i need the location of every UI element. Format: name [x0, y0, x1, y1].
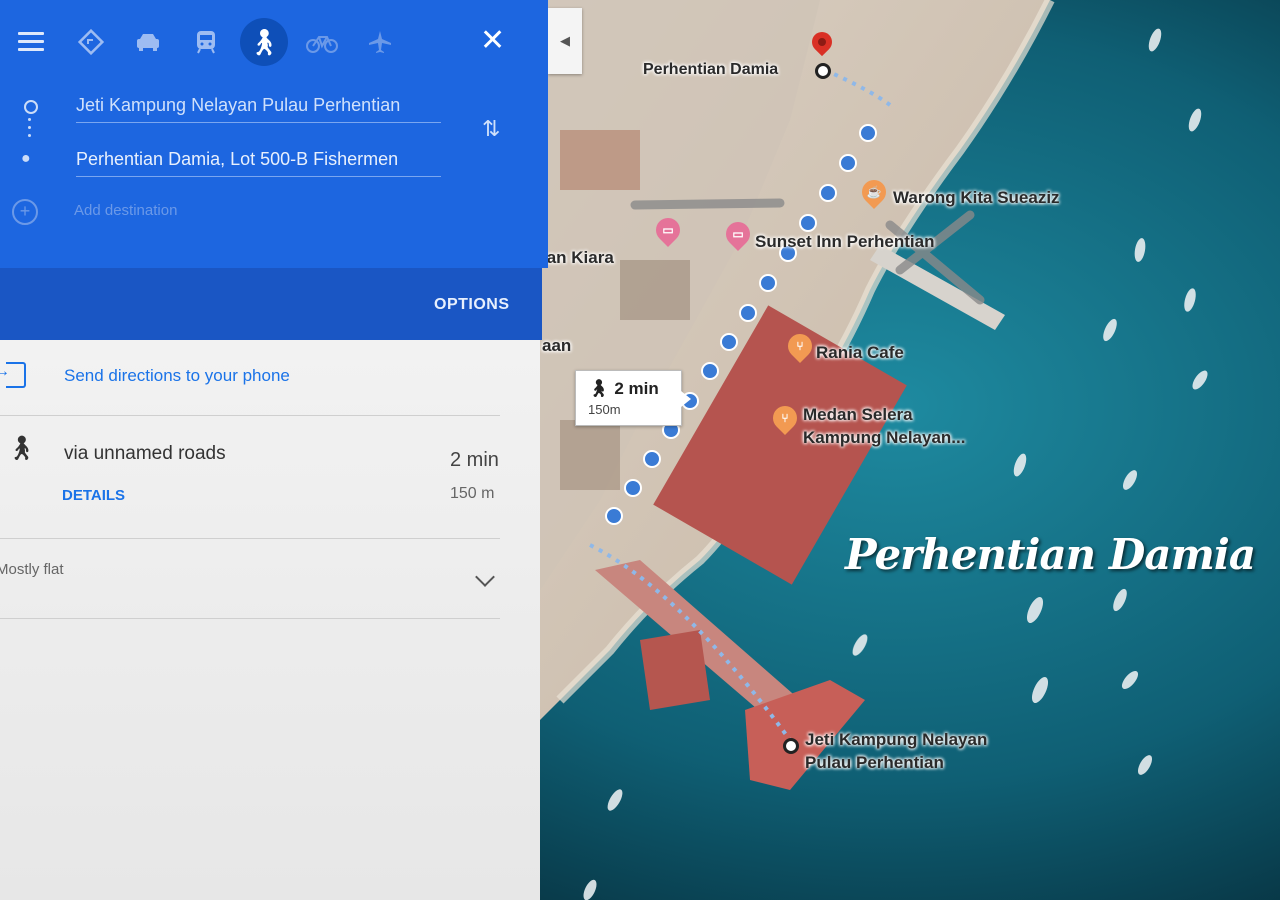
destination-input[interactable]: Perhentian Damia, Lot 500-B Fishermen: [76, 142, 441, 177]
destination-pin-icon: ●: [21, 150, 31, 167]
route-dots: [28, 134, 31, 137]
route-info-bubble[interactable]: 🚶︎ 2 min 150m: [575, 370, 691, 426]
watermark: Perhentian Damia: [845, 530, 1256, 579]
route-dots: [28, 126, 31, 129]
train-icon: [197, 31, 215, 54]
hotel-pin-icon[interactable]: ▭: [721, 217, 755, 251]
add-icon[interactable]: +: [12, 199, 38, 225]
map-label-medan-selera[interactable]: Medan Selera: [803, 405, 913, 425]
mode-flights[interactable]: [360, 22, 400, 62]
route-bubble-duration: 🚶︎ 2 min: [588, 379, 659, 399]
map-label-kiara[interactable]: ian Kiara: [542, 248, 614, 268]
map-label-jetty-2[interactable]: Pulau Perhentian: [805, 753, 944, 773]
route-bubble-duration-text: 2 min: [614, 379, 659, 398]
airplane-icon: [369, 31, 391, 53]
map-label-warong[interactable]: Warong Kita Sueaziz: [893, 188, 1060, 208]
route-duration: 2 min: [450, 449, 499, 471]
cafe-pin-icon[interactable]: ☕: [857, 175, 891, 209]
directions-results: [0, 340, 540, 900]
mode-best-route[interactable]: [71, 22, 111, 62]
hotel-pin-icon[interactable]: ▭: [651, 213, 685, 247]
swap-icon[interactable]: ⇅: [482, 116, 500, 142]
menu-icon[interactable]: [18, 32, 44, 56]
send-to-phone-icon[interactable]: [0, 362, 26, 388]
route-distance: 150 m: [450, 485, 495, 502]
directions-panel: 🚶︎ ✕ ● Jeti Kampung Nelayan Pulau Perhen…: [0, 0, 548, 900]
restaurant-pin-icon[interactable]: ⑂: [783, 329, 817, 363]
map-label-destination[interactable]: Perhentian Damia: [643, 61, 778, 79]
walk-icon: 🚶︎: [6, 435, 37, 462]
divider: [0, 415, 500, 416]
bicycle-icon: [306, 36, 338, 53]
diamond-route-icon: [78, 29, 104, 55]
map-label-rania-cafe[interactable]: Rania Cafe: [816, 343, 904, 363]
close-icon[interactable]: ✕: [480, 26, 505, 56]
restaurant-pin-icon[interactable]: ⑂: [768, 401, 802, 435]
route-dots: [28, 118, 31, 121]
caret-left-icon: ◀: [560, 33, 570, 48]
mode-cycling[interactable]: [302, 22, 342, 62]
route-bubble-distance: 150m: [588, 402, 621, 417]
map-label-sunset-inn[interactable]: Sunset Inn Perhentian: [755, 232, 934, 252]
collapse-panel-button[interactable]: ◀: [548, 8, 582, 74]
mode-walking[interactable]: 🚶︎: [240, 18, 288, 66]
divider: [0, 538, 500, 539]
origin-circle-icon: [24, 100, 38, 114]
origin-marker: [783, 738, 799, 754]
walk-icon: 🚶︎: [588, 379, 610, 398]
divider: [0, 618, 500, 619]
send-directions-link[interactable]: Send directions to your phone: [64, 366, 290, 386]
add-destination-field[interactable]: Add destination: [74, 202, 177, 219]
walk-icon: 🚶︎: [247, 26, 281, 57]
route-via[interactable]: via unnamed roads: [64, 443, 226, 465]
options-button[interactable]: OPTIONS: [434, 296, 510, 314]
map-label-medan-selera-2[interactable]: Kampung Nelayan...: [803, 428, 965, 448]
mode-transit[interactable]: [186, 22, 226, 62]
elevation-note: Mostly flat: [0, 561, 64, 578]
car-icon: [137, 34, 159, 51]
details-button[interactable]: DETAILS: [62, 487, 125, 504]
destination-marker: [815, 63, 831, 79]
mode-driving[interactable]: [128, 22, 168, 62]
map-label-jetty[interactable]: Jeti Kampung Nelayan: [805, 730, 987, 750]
origin-input[interactable]: Jeti Kampung Nelayan Pulau Perhentian: [76, 88, 441, 123]
